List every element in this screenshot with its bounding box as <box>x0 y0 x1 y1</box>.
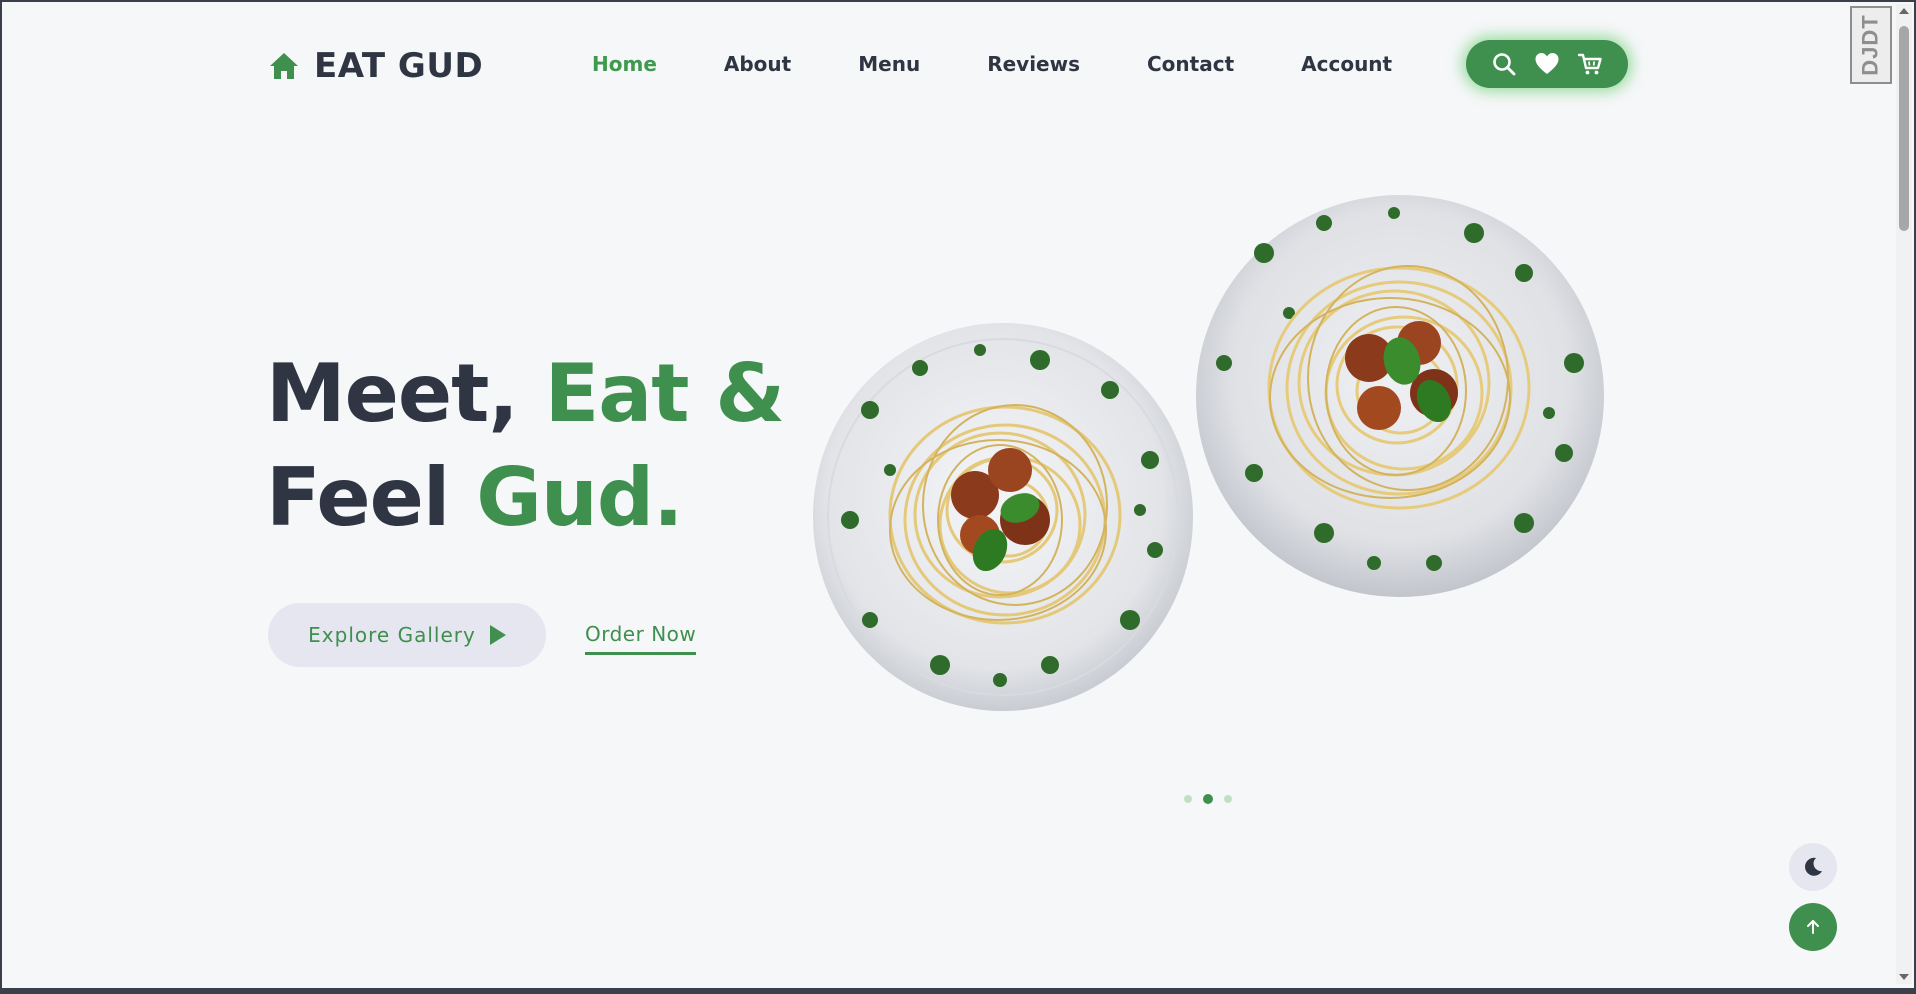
slider-dots <box>1184 794 1243 804</box>
nav-item-home[interactable]: Home <box>592 52 657 76</box>
main-nav: Home About Menu Reviews Contact Account <box>592 52 1459 76</box>
browser-viewport: DJDT EAT GUD Home About Menu Reviews Con… <box>0 0 1916 994</box>
brand-name: EAT GUD <box>314 46 484 86</box>
header-actions <box>1466 40 1628 88</box>
search-icon[interactable] <box>1491 51 1517 77</box>
scrollbar[interactable] <box>1896 4 1912 984</box>
debug-toolbar-handle[interactable]: DJDT <box>1850 6 1892 84</box>
heart-icon[interactable] <box>1534 51 1560 77</box>
home-icon <box>270 53 298 79</box>
cart-icon[interactable] <box>1577 51 1603 77</box>
hero-line1-dark: Meet, <box>266 347 545 440</box>
nav-item-about[interactable]: About <box>724 52 791 76</box>
slider-dot-active[interactable] <box>1203 794 1213 804</box>
theme-toggle-button[interactable] <box>1789 843 1837 891</box>
scroll-down-arrow-icon[interactable] <box>1899 974 1909 980</box>
hero-line2-green: Gud. <box>476 451 683 544</box>
brand-logo[interactable]: EAT GUD <box>268 46 483 86</box>
scroll-to-top-button[interactable] <box>1789 903 1837 951</box>
hero-line1-green: Eat & <box>544 347 785 440</box>
slider-dot[interactable] <box>1224 795 1232 803</box>
scroll-up-arrow-icon[interactable] <box>1899 8 1909 14</box>
slider-dot[interactable] <box>1184 795 1192 803</box>
play-icon <box>489 625 506 645</box>
hero-line2-dark: Feel <box>266 451 477 544</box>
explore-gallery-label: Explore Gallery <box>308 623 476 647</box>
nav-item-reviews[interactable]: Reviews <box>987 52 1080 76</box>
site-header: EAT GUD Home About Menu Reviews Contact … <box>268 40 1632 92</box>
spaghetti-plate-image-left <box>813 323 1193 711</box>
arrow-up-icon <box>1807 920 1819 934</box>
spaghetti-plate-image-right <box>1196 195 1604 597</box>
hero-heading: Meet, Eat & Feel Gud. <box>266 342 785 550</box>
moon-icon <box>1805 857 1822 876</box>
nav-item-contact[interactable]: Contact <box>1147 52 1234 76</box>
nav-item-account[interactable]: Account <box>1301 52 1392 76</box>
order-now-link[interactable]: Order Now <box>585 622 697 655</box>
explore-gallery-button[interactable]: Explore Gallery <box>268 603 546 667</box>
scroll-thumb[interactable] <box>1899 26 1909 231</box>
nav-item-menu[interactable]: Menu <box>858 52 920 76</box>
